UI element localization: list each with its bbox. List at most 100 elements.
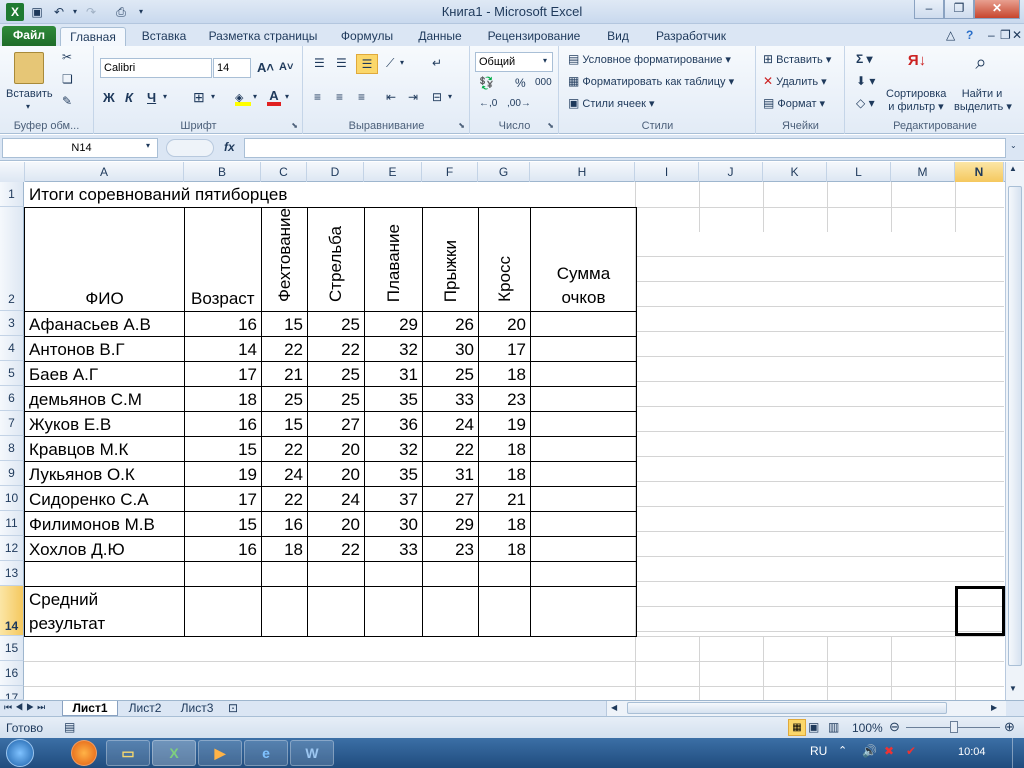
close-button[interactable]: ✕ [974, 0, 1020, 19]
font-dialog-launcher-icon[interactable]: ⬊ [291, 121, 298, 130]
table-cell[interactable] [530, 586, 637, 637]
font-size-select[interactable]: 14 [213, 58, 251, 78]
row-header-6[interactable]: 6 [0, 386, 24, 411]
sheet-tab-1[interactable]: Лист1 [62, 701, 118, 716]
align-bottom-icon[interactable]: ☰ [356, 54, 378, 74]
score-cell[interactable]: 33 [422, 386, 479, 412]
table-cell[interactable] [307, 586, 365, 637]
cut-icon[interactable]: ✂ [62, 50, 72, 64]
score-cell[interactable]: 25 [422, 361, 479, 387]
sort-filter-button[interactable]: Сортировка и фильтр ▾ [886, 88, 946, 113]
sum-cell[interactable] [530, 411, 637, 437]
score-cell[interactable]: 24 [422, 411, 479, 437]
workbook-minimize-icon[interactable]: – [988, 28, 995, 42]
score-cell[interactable]: 29 [364, 311, 423, 337]
sum-cell[interactable] [530, 461, 637, 487]
format-painter-icon[interactable]: ✎ [62, 94, 72, 108]
workbook-restore-icon[interactable]: ❐ [1000, 28, 1011, 42]
find-select-button[interactable]: Найти и выделить ▾ [954, 88, 1012, 113]
score-cell[interactable]: 17 [184, 361, 262, 387]
score-cell[interactable]: 30 [364, 511, 423, 537]
tab-review[interactable]: Рецензирование [480, 27, 588, 46]
score-cell[interactable]: 36 [364, 411, 423, 437]
sheet-tab-2[interactable]: Лист2 [120, 701, 170, 716]
workbook-close-icon[interactable]: ✕ [1012, 28, 1022, 42]
row-header-9[interactable]: 9 [0, 461, 24, 486]
score-cell[interactable]: 27 [307, 411, 365, 437]
header-shooting-cell[interactable]: Стрельба [307, 207, 365, 312]
fill-icon[interactable]: ⬇ ▾ [856, 74, 875, 88]
insert-sheet-icon[interactable]: ⊡ [228, 701, 238, 715]
athlete-name-cell[interactable]: Кравцов М.К [24, 436, 185, 462]
align-center-icon[interactable]: ≡ [336, 90, 343, 104]
score-cell[interactable]: 20 [307, 511, 365, 537]
score-cell[interactable]: 19 [478, 411, 531, 437]
table-cell[interactable] [307, 561, 365, 587]
column-header-l[interactable]: L [827, 162, 891, 182]
normal-view-icon[interactable]: ▦ [788, 719, 806, 736]
column-header-g[interactable]: G [478, 162, 530, 182]
decrease-decimal-icon[interactable]: ,00→ [507, 98, 531, 109]
row-header-17[interactable]: 17 [0, 686, 24, 700]
tab-home[interactable]: Главная [60, 27, 126, 46]
page-break-view-icon[interactable]: ▥ [828, 720, 839, 734]
sum-cell[interactable] [530, 311, 637, 337]
sum-cell[interactable] [530, 386, 637, 412]
selected-cell-n14[interactable] [955, 586, 1005, 636]
score-cell[interactable]: 35 [364, 386, 423, 412]
score-cell[interactable]: 25 [307, 361, 365, 387]
format-cells-button[interactable]: ▤ Формат ▾ [763, 96, 825, 110]
score-cell[interactable]: 18 [478, 461, 531, 487]
score-cell[interactable]: 31 [422, 461, 479, 487]
percent-button[interactable]: % [515, 76, 526, 90]
athlete-name-cell[interactable]: Афанасьев А.В [24, 311, 185, 337]
insert-cells-button[interactable]: ⊞ Вставить ▾ [763, 52, 831, 66]
table-cell[interactable] [422, 561, 479, 587]
score-cell[interactable]: 25 [261, 386, 308, 412]
name-box-dropdown-icon[interactable]: ▾ [146, 141, 150, 150]
fill-color-icon[interactable]: ◈ [235, 90, 251, 106]
header-sum-cell[interactable]: Сумма очков [530, 207, 637, 312]
column-header-a[interactable]: A [25, 162, 184, 182]
scroll-left-icon[interactable]: ◀ [611, 703, 617, 712]
header-cross-cell[interactable]: Кросс [478, 207, 531, 312]
increase-decimal-icon[interactable]: ←,0 [479, 98, 497, 109]
column-header-i[interactable]: I [635, 162, 699, 182]
underline-dropdown-icon[interactable]: ▾ [163, 92, 167, 101]
row-header-8[interactable]: 8 [0, 436, 24, 461]
insert-function-button[interactable]: fx [224, 140, 235, 154]
font-color-dropdown-icon[interactable]: ▾ [285, 92, 289, 101]
align-middle-icon[interactable]: ☰ [336, 56, 347, 70]
score-cell[interactable]: 15 [261, 411, 308, 437]
increase-indent-icon[interactable]: ⇥ [408, 90, 418, 104]
media-player-icon[interactable]: ▶ [198, 740, 242, 766]
sheet-tab-3[interactable]: Лист3 [172, 701, 222, 716]
table-cell[interactable] [530, 561, 637, 587]
sum-cell[interactable] [530, 361, 637, 387]
score-cell[interactable]: 26 [422, 311, 479, 337]
score-cell[interactable]: 21 [478, 486, 531, 512]
score-cell[interactable]: 18 [184, 386, 262, 412]
score-cell[interactable]: 16 [184, 536, 262, 562]
format-as-table-button[interactable]: ▦ Форматировать как таблицу ▾ [568, 74, 734, 88]
align-top-icon[interactable]: ☰ [314, 56, 325, 70]
table-cell[interactable] [478, 586, 531, 637]
table-cell[interactable] [261, 586, 308, 637]
score-cell[interactable]: 23 [478, 386, 531, 412]
tray-arrow-icon[interactable]: ⌃ [838, 744, 847, 757]
athlete-name-cell[interactable]: Антонов В.Г [24, 336, 185, 362]
clear-icon[interactable]: ◇ ▾ [856, 96, 875, 110]
score-cell[interactable]: 18 [261, 536, 308, 562]
ie-icon[interactable]: e [244, 740, 288, 766]
tab-data[interactable]: Данные [410, 27, 470, 46]
score-cell[interactable]: 22 [422, 436, 479, 462]
header-jumping-cell[interactable]: Прыжки [422, 207, 479, 312]
sum-cell[interactable] [530, 436, 637, 462]
sheet-nav-icon[interactable]: ⏮◀▶⏭ [4, 702, 48, 713]
fill-color-dropdown-icon[interactable]: ▾ [253, 92, 257, 101]
vertical-scroll-thumb[interactable] [1008, 186, 1022, 666]
zoom-in-icon[interactable]: ⊕ [1004, 719, 1015, 735]
conditional-formatting-button[interactable]: ▤ Условное форматирование ▾ [568, 52, 731, 66]
paste-icon[interactable] [14, 52, 44, 84]
score-cell[interactable]: 20 [478, 311, 531, 337]
